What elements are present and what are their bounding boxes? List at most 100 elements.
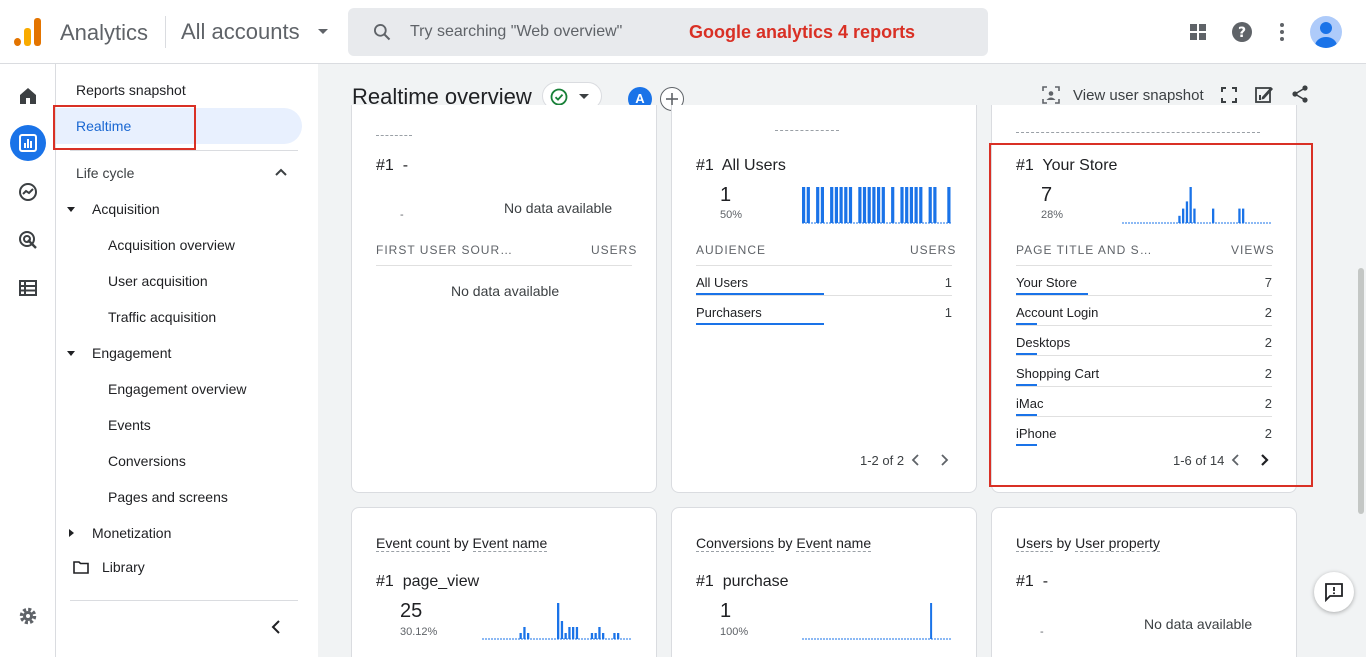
no-data-message: No data available: [504, 200, 613, 216]
sparkline-bar: [564, 633, 567, 639]
no-data-message: No data available: [451, 283, 560, 299]
sparkline-bar: [867, 187, 871, 223]
column-header-users[interactable]: USERS: [910, 243, 956, 257]
home-icon[interactable]: [16, 84, 40, 108]
sparkline-bar: [947, 187, 951, 223]
top-value: -: [400, 209, 404, 221]
nav-reports-snapshot[interactable]: Reports snapshot: [76, 82, 186, 98]
more-vert-icon[interactable]: [1270, 20, 1294, 44]
card-title[interactable]: Users by User property: [1016, 535, 1160, 552]
annotation-box-pages-card: [989, 143, 1313, 487]
analytics-logo-icon[interactable]: [14, 18, 42, 46]
caret-down-icon[interactable]: [67, 207, 75, 212]
search-input[interactable]: [410, 22, 670, 42]
nav-events[interactable]: Events: [108, 417, 151, 433]
nav-separator: [70, 150, 298, 151]
nav-separator: [70, 600, 298, 601]
top-percentage: 30.12%: [400, 626, 438, 638]
card-title-cut: [1016, 132, 1260, 133]
sparkline-bar: [527, 633, 530, 639]
top-value: 1: [720, 184, 732, 206]
nav-conversions[interactable]: Conversions: [108, 453, 186, 469]
table-row-label[interactable]: All Users: [696, 275, 748, 290]
nav-pages-and-screens[interactable]: Pages and screens: [108, 489, 228, 505]
explore-icon[interactable]: [16, 180, 40, 204]
sparkline-bar: [891, 187, 895, 223]
customize-report-icon[interactable]: [1254, 84, 1275, 105]
view-user-snapshot-button[interactable]: View user snapshot: [1073, 87, 1204, 104]
sparkline-bar: [900, 187, 904, 223]
nav-life-cycle[interactable]: Life cycle: [76, 165, 134, 181]
nav-traffic-acquisition[interactable]: Traffic acquisition: [108, 309, 216, 325]
folder-icon: [73, 561, 89, 574]
advertising-icon[interactable]: [16, 228, 40, 252]
chevron-down-icon[interactable]: [318, 29, 328, 34]
nav-acquisition[interactable]: Acquisition: [92, 201, 160, 217]
sparkline-bar: [575, 627, 579, 639]
admin-gear-icon[interactable]: [16, 604, 40, 628]
events-sparkline: [482, 603, 632, 640]
rank-label: #1 -: [1016, 573, 1049, 590]
chevron-right-icon[interactable]: [938, 453, 950, 467]
row-share-bar: [696, 323, 824, 325]
avatar[interactable]: [1310, 16, 1342, 48]
conversions-sparkline: [802, 603, 952, 640]
table-divider: [376, 265, 632, 266]
sparkline-bar: [930, 603, 933, 639]
sparkline-bar: [933, 187, 937, 223]
user-avatar-icon: [1315, 22, 1337, 48]
nav-user-acquisition[interactable]: User acquisition: [108, 273, 208, 289]
app-name: Analytics: [60, 20, 149, 45]
caret-right-icon[interactable]: [69, 529, 74, 537]
feedback-icon: [1325, 583, 1343, 602]
sparkline-bar: [598, 627, 601, 639]
column-header-audience[interactable]: AUDIENCE: [696, 243, 766, 257]
nav-engagement-overview[interactable]: Engagement overview: [108, 381, 247, 397]
help-icon[interactable]: ?: [1230, 20, 1254, 44]
user-snapshot-icon[interactable]: [1042, 86, 1060, 104]
card-title[interactable]: Conversions by Event name: [696, 535, 872, 552]
share-icon[interactable]: [1290, 84, 1310, 104]
chevron-up-icon[interactable]: [274, 167, 288, 177]
top-value: 25: [400, 600, 423, 622]
collapse-nav-icon[interactable]: [270, 619, 282, 635]
card-title[interactable]: Event count by Event name: [376, 535, 548, 552]
audience-sparkline: [802, 187, 952, 224]
fullscreen-icon[interactable]: [1220, 86, 1238, 104]
sparkline-bar: [557, 603, 560, 639]
sparkline-bar: [572, 627, 575, 639]
sparkline-bar: [905, 187, 909, 223]
feedback-button[interactable]: [1314, 572, 1354, 612]
row-divider: [696, 295, 952, 296]
sparkline-bar: [848, 187, 853, 223]
reports-icon[interactable]: [16, 131, 40, 155]
sparkline-bar: [834, 187, 838, 223]
nav-acquisition-overview[interactable]: Acquisition overview: [108, 237, 235, 253]
column-header-users[interactable]: USERS: [591, 243, 637, 257]
left-rail: [0, 64, 56, 657]
sparkline-bar: [613, 633, 616, 639]
nav-monetization[interactable]: Monetization: [92, 525, 171, 541]
page-scrollbar[interactable]: [1358, 268, 1364, 514]
account-selector[interactable]: All accounts: [181, 19, 300, 45]
chevron-left-icon[interactable]: [910, 453, 922, 467]
nav-engagement[interactable]: Engagement: [92, 345, 171, 361]
table-row-label[interactable]: Purchasers: [696, 305, 762, 320]
sparkline-bar: [594, 633, 597, 639]
configure-icon[interactable]: [16, 276, 40, 300]
column-header-dimension[interactable]: FIRST USER SOUR…: [376, 243, 513, 257]
table-row-value: 1: [944, 275, 952, 290]
sparkline-bar: [519, 633, 522, 639]
caret-down-icon[interactable]: [67, 351, 75, 356]
nav-library[interactable]: Library: [102, 559, 145, 575]
top-percentage: 100%: [720, 626, 749, 638]
sparkline-bar: [617, 633, 620, 639]
top-bar: Analytics All accounts Google analytics …: [0, 0, 1366, 64]
sparkline-bar: [802, 187, 806, 223]
sparkline-bar: [877, 187, 881, 223]
pagination-label: 1-2 of 2: [860, 453, 905, 468]
sparkline-bar: [914, 187, 918, 223]
apps-grid-icon[interactable]: [1186, 20, 1210, 44]
rank-label: #1 purchase: [696, 573, 789, 590]
sparkline-bar: [820, 187, 824, 223]
